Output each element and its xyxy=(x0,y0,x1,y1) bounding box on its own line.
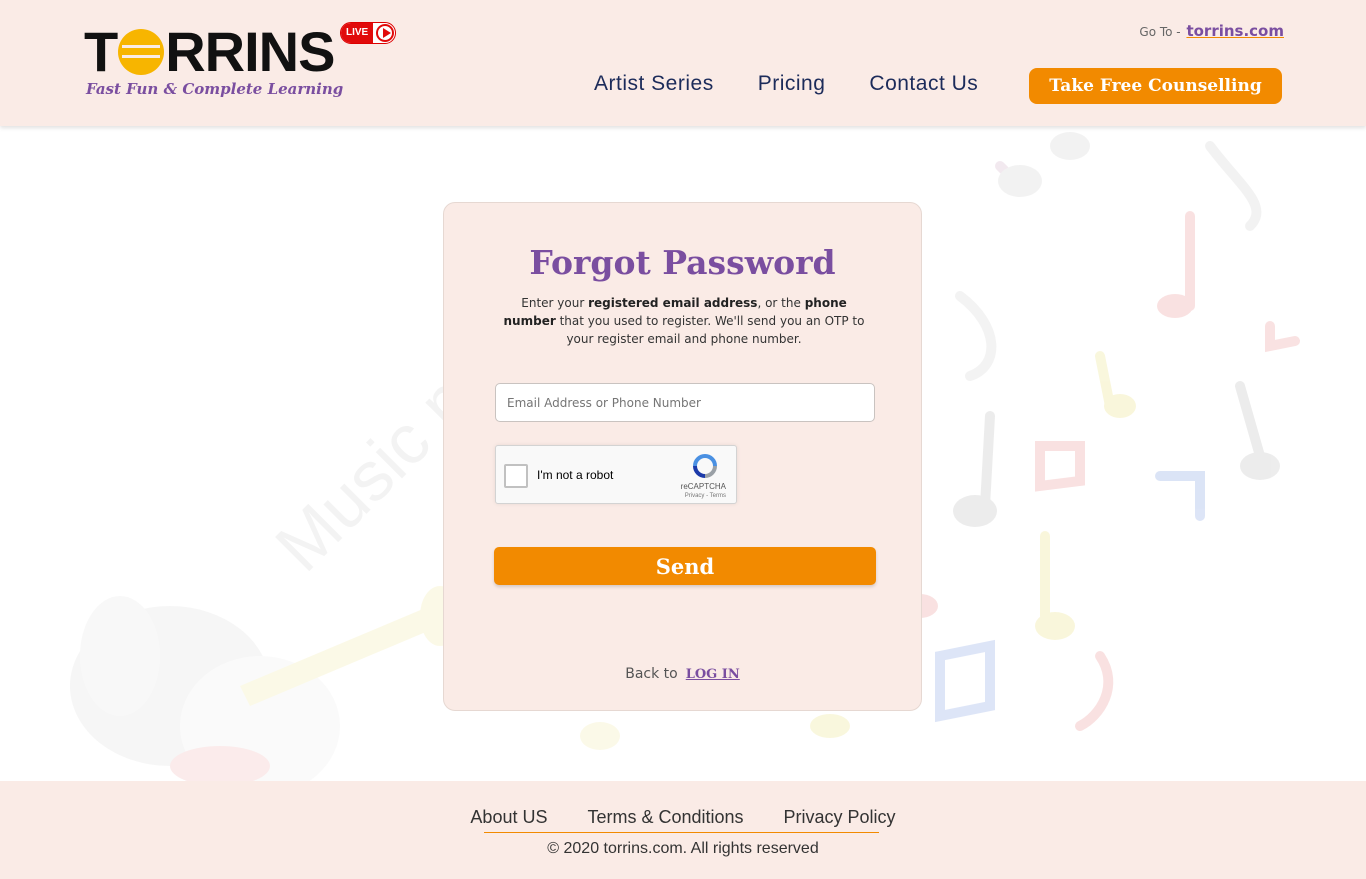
main-nav: Artist Series Pricing Contact Us xyxy=(594,72,978,96)
footer-link-about-us[interactable]: About US xyxy=(470,807,547,828)
live-badge[interactable]: LIVE xyxy=(340,22,396,44)
back-to-login: Back to LOG IN xyxy=(444,666,921,682)
footer-divider xyxy=(484,832,879,833)
take-free-counselling-button[interactable]: Take Free Counselling xyxy=(1029,68,1282,104)
login-link[interactable]: LOG IN xyxy=(686,667,740,682)
site-header: T RRINS Fast Fun & Complete Learning LIVE… xyxy=(0,0,1366,126)
logo-wordmark: T RRINS xyxy=(84,20,335,83)
email-or-phone-input[interactable] xyxy=(495,383,875,422)
logo-o-icon xyxy=(118,29,165,75)
recaptcha-checkbox[interactable] xyxy=(504,464,528,488)
recaptcha-widget: I'm not a robot reCAPTCHA Privacy - Term… xyxy=(495,445,737,504)
torrins-site-link[interactable]: torrins.com xyxy=(1186,22,1284,40)
copyright-text: © 2020 torrins.com. All rights reserved xyxy=(547,840,819,857)
nav-contact-us[interactable]: Contact Us xyxy=(869,72,978,96)
live-label: LIVE xyxy=(341,23,374,43)
send-button[interactable]: Send xyxy=(494,547,876,585)
footer-links: About US Terms & Conditions Privacy Poli… xyxy=(0,807,1366,828)
recaptcha-privacy-terms[interactable]: Privacy - Terms xyxy=(685,493,726,499)
page-title: Forgot Password xyxy=(529,243,836,282)
form-description: Enter your registered email address, or … xyxy=(503,296,865,346)
torrins-logo[interactable]: T RRINS Fast Fun & Complete Learning LIVE xyxy=(84,20,404,106)
back-to-text: Back to xyxy=(625,666,678,682)
recaptcha-label: I'm not a robot xyxy=(537,468,614,482)
site-footer: About US Terms & Conditions Privacy Poli… xyxy=(0,781,1366,879)
logo-tagline: Fast Fun & Complete Learning xyxy=(86,80,344,98)
goto-label: Go To - xyxy=(1139,25,1185,39)
footer-link-terms[interactable]: Terms & Conditions xyxy=(587,807,743,828)
forgot-password-card: Forgot Password Enter your registered em… xyxy=(443,202,922,711)
nav-artist-series[interactable]: Artist Series xyxy=(594,72,714,96)
play-icon xyxy=(376,24,395,42)
recaptcha-logo-icon xyxy=(693,454,717,478)
footer-link-privacy[interactable]: Privacy Policy xyxy=(784,807,896,828)
goto-link-group: Go To - torrins.com xyxy=(1139,22,1284,40)
nav-pricing[interactable]: Pricing xyxy=(758,72,826,96)
recaptcha-brand: reCAPTCHA xyxy=(680,482,726,491)
